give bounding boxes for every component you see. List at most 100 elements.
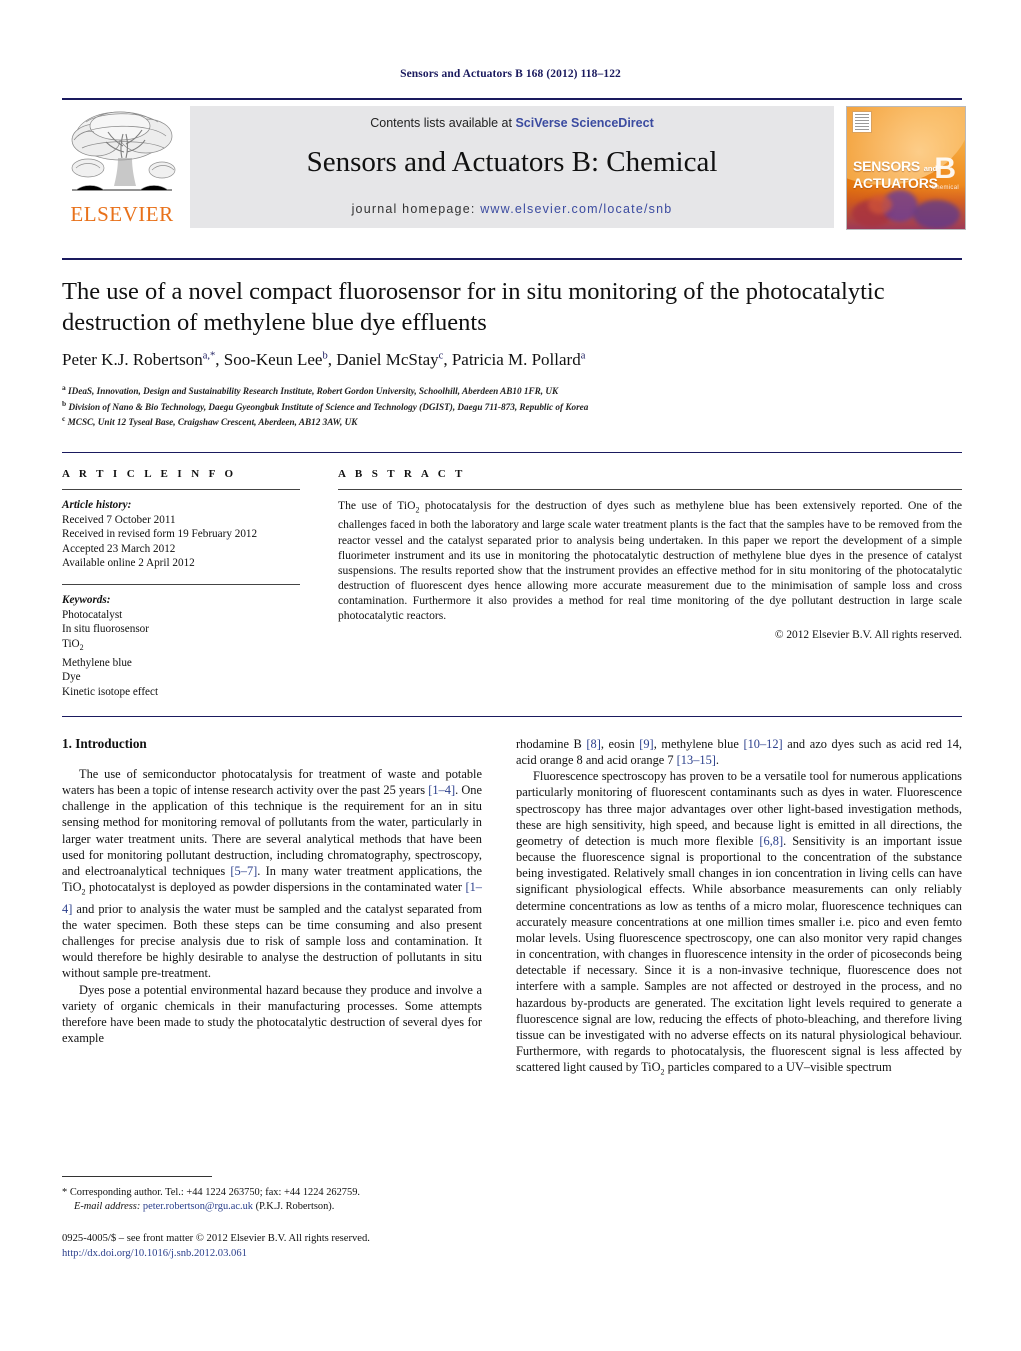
abstract-part1: The use of TiO [338,499,416,512]
cover-elsevier-mark-icon [852,111,872,133]
author-name: Soo-Keun Lee [223,350,323,369]
intro-paragraph-1: The use of semiconductor photocatalysis … [62,766,482,982]
intro-p3-e: . [715,753,720,768]
cover-blob-violet [913,199,961,229]
article-history: Article history: Received 7 October 2011… [62,498,300,571]
keywords-block: Keywords: Photocatalyst In situ fluorose… [62,593,300,699]
affiliation-item: c MCSC, Unit 12 Tyseal Base, Craigshaw C… [62,413,942,429]
abstract-part2: photocatalysis for the destruction of dy… [338,499,963,622]
author-marks: a [580,350,586,362]
intro-paragraph-4: Fluorescence spectroscopy has proven to … [516,768,962,1080]
email-label: E-mail address: [74,1201,141,1212]
keyword-item: TiO2 [62,637,84,652]
abstract-divider [338,489,962,490]
history-item: Available online 2 April 2012 [62,557,195,570]
issn-line: 0925-4005/$ – see front matter © 2012 El… [62,1233,370,1244]
journal-cover-thumbnail: SENSORS and ACTUATORS B Chemical [846,106,966,230]
citation-ref[interactable]: [5–7] [230,864,257,878]
cover-line2: ACTUATORS [853,175,938,191]
history-item: Received 7 October 2011 [62,513,176,526]
citation-ref[interactable]: [9] [639,737,653,751]
intro-p4-c: particles compared to a UV–visible spect… [664,1060,892,1075]
body-column-left: 1. Introduction The use of semiconductor… [62,736,482,1046]
affiliation-list: a IDeaS, Innovation, Design and Sustaina… [62,382,942,429]
affiliation-mark: b [62,398,67,408]
journal-homepage-line: journal homepage: www.elsevier.com/locat… [190,202,834,216]
cover-blob-orange [868,194,892,215]
article-info-section: A R T I C L E I N F O Article history: R… [62,468,300,699]
doi-link[interactable]: http://dx.doi.org/10.1016/j.snb.2012.03.… [62,1247,542,1262]
page-title: The use of a novel compact fluorosensor … [62,278,885,336]
affiliation-text: IDeaS, Innovation, Design and Sustainabi… [68,386,559,397]
email-suffix: (P.K.J. Robertson). [252,1201,335,1212]
article-info-heading: A R T I C L E I N F O [62,468,237,480]
title-top-rule [62,258,962,260]
author-name: Patricia M. Pollard [451,350,581,369]
footnote-marker: * [62,1187,68,1198]
footnote-rule [62,1176,212,1177]
body-top-rule [62,716,962,717]
sciencedirect-link[interactable]: SciVerse ScienceDirect [515,116,653,130]
corresponding-author-note: * Corresponding author. Tel.: +44 1224 2… [62,1186,482,1214]
keyword-item: Kinetic isotope effect [62,685,159,698]
author-marks: a,* [202,350,216,362]
affiliation-text: Division of Nano & Bio Technology, Daegu… [68,401,589,412]
section-heading-introduction: 1. Introduction [62,736,147,751]
corresponding-author-text: Corresponding author. Tel.: +44 1224 263… [69,1187,360,1198]
citation-ref[interactable]: [1–4] [428,783,455,797]
affiliation-item: b Division of Nano & Bio Technology, Dae… [62,398,942,414]
affiliation-mark: c [62,414,66,424]
author-list: Peter K.J. Robertsona,*, Soo-Keun Leeb, … [62,350,586,369]
citation-ref[interactable]: [8] [586,737,600,751]
affiliation-mark: a [62,383,66,392]
elsevier-wordmark: ELSEVIER [70,202,174,226]
article-info-divider [62,489,300,490]
abstract-text: The use of TiO2 photocatalysis for the d… [338,498,962,623]
elsevier-tree-icon [66,106,178,202]
intro-p4-b: . Sensitivity is an important issue beca… [516,833,962,1075]
contents-available-line: Contents lists available at SciVerse Sci… [190,116,834,130]
keyword-item: Photocatalyst [62,608,123,621]
intro-p3-a: rhodamine B [516,737,587,751]
intro-p3-b: , eosin [600,737,640,751]
intro-p1-d: photocatalyst is deployed as powder disp… [85,880,466,895]
author-marks: b [322,350,328,362]
paper-page: Sensors and Actuators B 168 (2012) 118–1… [0,0,1021,1351]
keyword-subscript: 2 [79,642,84,652]
history-item: Received in revised form 19 February 201… [62,528,258,541]
homepage-url-link[interactable]: www.elsevier.com/locate/snb [480,202,672,216]
cover-series-letter: B [934,152,956,185]
email-link[interactable]: peter.robertson@rgu.ac.uk [143,1201,253,1212]
keyword-item: In situ fluorosensor [62,623,150,636]
cover-line1: SENSORS [853,158,921,174]
abstract-section: A B S T R A C T The use of TiO2 photocat… [338,468,962,643]
elsevier-logo: ELSEVIER [62,106,182,228]
running-head: Sensors and Actuators B 168 (2012) 118–1… [400,68,621,80]
citation-ref[interactable]: [10–12] [743,737,782,751]
author-name: Daniel McStay [336,350,439,369]
citation-ref[interactable]: [6,8] [759,834,783,848]
info-top-rule [62,452,962,453]
intro-p3-c: , methylene blue [653,737,744,751]
affiliation-text: MCSC, Unit 12 Tyseal Base, Craigshaw Cre… [67,417,358,428]
affiliation-item: a IDeaS, Innovation, Design and Sustaina… [62,382,942,398]
homepage-prefix: journal homepage: [351,202,481,216]
body-column-right: rhodamine B [8], eosin [9], methylene bl… [516,736,962,1081]
author-marks: c [438,350,444,362]
intro-p1-e: and prior to analysis the water must be … [62,901,482,981]
author-name: Peter K.J. Robertson [62,350,203,369]
intro-p1-a: The use of semiconductor photocatalysis … [62,767,482,798]
article-history-label: Article history: [62,499,132,511]
masthead-band: Contents lists available at SciVerse Sci… [190,106,834,228]
journal-title: Sensors and Actuators B: Chemical [306,146,718,178]
issn-copyright-block: 0925-4005/$ – see front matter © 2012 El… [62,1232,542,1261]
keywords-label: Keywords: [62,593,111,606]
keyword-item: Dye [62,671,81,684]
intro-paragraph-2: Dyes pose a potential environmental haza… [62,982,482,1045]
keyword-item: Methylene blue [62,656,132,669]
masthead-top-rule [62,98,962,100]
intro-paragraph-3: rhodamine B [8], eosin [9], methylene bl… [516,736,962,768]
keywords-divider [62,583,300,585]
citation-ref[interactable]: [13–15] [677,753,716,767]
abstract-copyright: © 2012 Elsevier B.V. All rights reserved… [774,629,962,642]
